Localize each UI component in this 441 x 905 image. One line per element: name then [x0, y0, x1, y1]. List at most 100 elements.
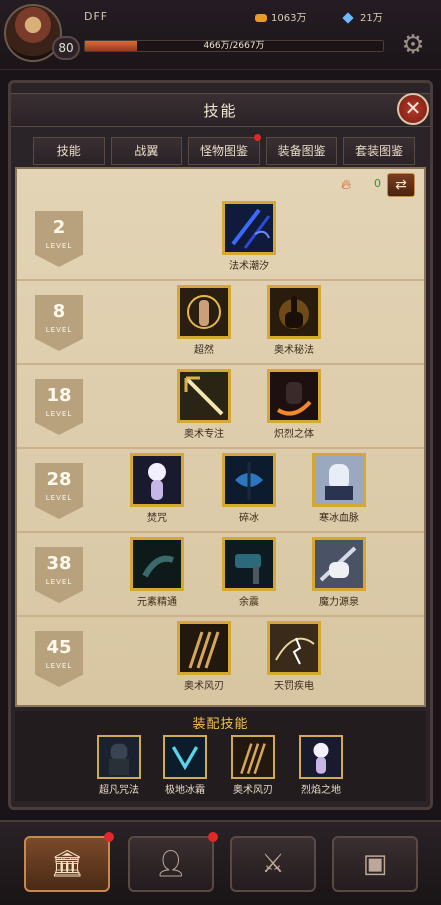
- level-ribbon: 28 LEVEL: [35, 463, 83, 519]
- nav-bank-button[interactable]: 🏛︎: [24, 832, 114, 892]
- equip-slot-1[interactable]: 超凡咒法: [93, 735, 145, 796]
- level-word: LEVEL: [45, 410, 73, 418]
- skill-frost-blood[interactable]: 寒冰血脉: [310, 453, 368, 524]
- equip-label: 极地冰霜: [165, 785, 205, 796]
- skill-row: 45 LEVEL 奥术风刃 天罚疾电: [17, 619, 424, 701]
- tab-set-codex[interactable]: 套装图鉴: [343, 137, 415, 165]
- skill-label: 碎冰: [239, 513, 259, 524]
- skill-elemental-mastery[interactable]: 元素精通: [128, 537, 186, 608]
- skill-arcane-secret[interactable]: 奥术秘法: [265, 285, 323, 356]
- nav-character-button[interactable]: 👤︎: [128, 832, 218, 892]
- skills-panel: 技能 ✕ 技能 战翼 怪物图鉴 装备图鉴 套装图鉴 🔥︎ 0 ⇄ 2 LEVEL…: [8, 80, 433, 810]
- close-button[interactable]: ✕: [397, 93, 429, 125]
- level-ribbon: 2 LEVEL: [35, 211, 83, 267]
- level-number: 18: [46, 385, 72, 406]
- level-ribbon: 45 LEVEL: [35, 631, 83, 687]
- level-number: 2: [52, 217, 66, 238]
- skill-spell-tide[interactable]: 法术潮汐: [220, 201, 278, 272]
- skill-label: 魔力源泉: [319, 597, 359, 608]
- gem-counter: 21万: [342, 9, 383, 24]
- skill-transcendence[interactable]: 超然: [175, 285, 233, 356]
- skill-transcendence-icon: [177, 285, 231, 339]
- skill-label: 余震: [239, 597, 259, 608]
- tab-equipment-codex[interactable]: 装备图鉴: [265, 137, 338, 165]
- nav-battle-button[interactable]: ⚔: [230, 836, 316, 892]
- skill-blazing-body[interactable]: 炽烈之体: [265, 369, 323, 440]
- skill-label: 寒冰血脉: [319, 513, 359, 524]
- level-ribbon: 18 LEVEL: [35, 379, 83, 435]
- level-word: LEVEL: [45, 494, 73, 502]
- skill-row: 8 LEVEL 超然 奥术秘法: [17, 283, 424, 365]
- equip-slot-2-icon: [163, 735, 207, 779]
- tree-toolbar: 🔥︎ 0 ⇄: [17, 169, 424, 199]
- skill-tree[interactable]: 🔥︎ 0 ⇄ 2 LEVEL 法术潮汐 8 LEVEL 超然 奥术秘法 18 L…: [15, 167, 426, 707]
- skill-frost-blood-icon: [312, 453, 366, 507]
- gear-icon[interactable]: ⚙: [398, 30, 428, 60]
- skill-label: 焚咒: [147, 513, 167, 524]
- skill-divine-lightning-icon: [267, 621, 321, 675]
- bank-icon: 🏛︎: [50, 849, 84, 879]
- flame-icon: 🔥︎: [341, 177, 352, 193]
- skill-divine-lightning[interactable]: 天罚疾电: [265, 621, 323, 692]
- skill-label: 炽烈之体: [274, 429, 314, 440]
- level-ribbon: 8 LEVEL: [35, 295, 83, 351]
- skill-row: 38 LEVEL 元素精通 余震 魔力源泉: [17, 535, 424, 617]
- reset-button[interactable]: ⇄: [387, 173, 415, 197]
- skill-label: 元素精通: [137, 597, 177, 608]
- tab-label: 技能: [56, 144, 81, 158]
- skill-burning-curse-icon: [130, 453, 184, 507]
- player-name: DFF: [84, 10, 109, 23]
- notification-dot: [253, 134, 261, 141]
- level-word: LEVEL: [45, 578, 73, 586]
- gold-icon: [255, 14, 267, 22]
- skill-burning-curse[interactable]: 焚咒: [128, 453, 186, 524]
- skill-label: 奥术秘法: [274, 345, 314, 356]
- skill-row: 28 LEVEL 焚咒 碎冰 寒冰血脉: [17, 451, 424, 533]
- treasure-chest-icon: ▣: [362, 849, 388, 879]
- skill-arcane-wind-blade-icon: [177, 621, 231, 675]
- tab-monster-codex[interactable]: 怪物图鉴: [188, 134, 261, 165]
- skill-mana-spring[interactable]: 魔力源泉: [310, 537, 368, 608]
- skill-mana-spring-icon: [312, 537, 366, 591]
- level-word: LEVEL: [45, 662, 73, 670]
- nav-inventory-button[interactable]: ▣: [332, 836, 418, 892]
- tab-label: 战翼: [134, 144, 159, 158]
- equip-slot-3[interactable]: 奥术风刃: [227, 735, 279, 796]
- character-icon: 👤︎: [154, 849, 188, 879]
- level-number: 45: [46, 637, 72, 658]
- equipped-skills-title: 装配技能: [192, 717, 249, 732]
- skill-blazing-body-icon: [267, 369, 321, 423]
- skill-elemental-mastery-icon: [130, 537, 184, 591]
- level-number: 8: [52, 301, 66, 322]
- tab-wings[interactable]: 战翼: [110, 137, 183, 165]
- equip-slot-4-icon: [299, 735, 343, 779]
- skill-arcane-secret-icon: [267, 285, 321, 339]
- skill-shatter-ice-icon: [222, 453, 276, 507]
- equip-slot-2[interactable]: 极地冰霜: [159, 735, 211, 796]
- page-title: 技能: [203, 102, 238, 120]
- level-ribbon: 38 LEVEL: [35, 547, 83, 603]
- skill-label: 天罚疾电: [274, 681, 314, 692]
- equip-slot-4[interactable]: 烈焰之地: [295, 735, 347, 796]
- equip-slot-3-icon: [231, 735, 275, 779]
- level-number: 28: [46, 469, 72, 490]
- skill-arcane-focus-icon: [177, 369, 231, 423]
- tab-label: 怪物图鉴: [199, 144, 248, 158]
- skill-shatter-ice[interactable]: 碎冰: [220, 453, 278, 524]
- skill-aftershock[interactable]: 余震: [220, 537, 278, 608]
- tab-skills[interactable]: 技能: [33, 137, 105, 165]
- bottom-nav: 🏛︎ 👤︎ ⚔ ▣: [0, 820, 441, 905]
- tab-label: 套装图鉴: [355, 144, 404, 158]
- skill-label: 奥术专注: [184, 429, 224, 440]
- equip-label: 超凡咒法: [99, 785, 139, 796]
- level-word: LEVEL: [45, 242, 73, 250]
- panel-title-bar: 技能: [11, 93, 430, 127]
- player-level-badge: 80: [52, 36, 80, 60]
- level-number: 38: [46, 553, 72, 574]
- skill-label: 奥术风刃: [184, 681, 224, 692]
- close-icon: ✕: [404, 96, 422, 120]
- skill-arcane-wind-blade[interactable]: 奥术风刃: [175, 621, 233, 692]
- skill-arcane-focus[interactable]: 奥术专注: [175, 369, 233, 440]
- gem-value: 21万: [360, 13, 383, 24]
- equipped-skills: 装配技能 超凡咒法 极地冰霜 奥术风刃 烈焰之地: [15, 711, 426, 801]
